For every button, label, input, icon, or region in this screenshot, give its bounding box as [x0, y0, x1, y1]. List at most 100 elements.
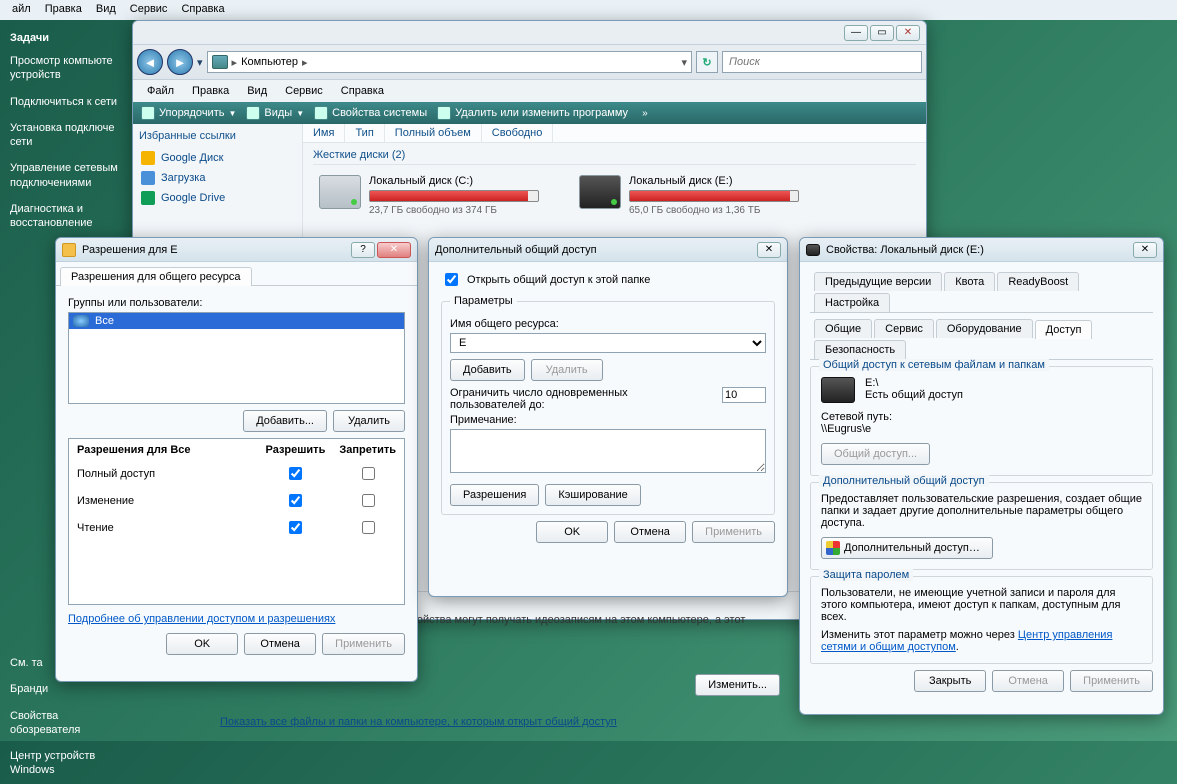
menu-help[interactable]: Справка — [175, 2, 230, 18]
breadcrumb-computer[interactable]: Компьютер — [241, 56, 298, 68]
group-hard-drives[interactable]: Жесткие диски (2) — [303, 143, 926, 169]
share-name-label: Имя общего ресурса: — [450, 318, 766, 330]
drive-c[interactable]: Локальный диск (C:) 23,7 ГБ свободно из … — [319, 175, 539, 216]
permissions-button[interactable]: Разрешения — [450, 484, 539, 506]
learn-permissions-link[interactable]: Подробнее об управлении доступом и разре… — [68, 613, 335, 625]
sidebar-item-connect-network[interactable]: Подключиться к сети — [0, 89, 130, 115]
tab-tools[interactable]: Сервис — [874, 319, 934, 338]
adv-apply-button[interactable]: Применить — [692, 521, 775, 543]
perm-cancel-button[interactable]: Отмена — [244, 633, 316, 655]
tasks-header: Задачи — [0, 28, 130, 48]
gdrive2-icon — [141, 191, 155, 205]
nav-back-icon[interactable]: ◄ — [137, 49, 163, 75]
share-del-button[interactable]: Удалить — [531, 359, 603, 381]
exp-menu-file[interactable]: Файл — [139, 83, 182, 99]
change-button[interactable]: Изменить... — [695, 674, 780, 696]
sidebar-item-diagnose[interactable]: Диагностика и восстановление — [0, 196, 130, 237]
perm-col-deny: Запретить — [333, 441, 402, 459]
gdrive-icon — [141, 151, 155, 165]
refresh-icon[interactable]: ↻ — [696, 51, 718, 73]
maximize-icon[interactable]: ▭ — [870, 25, 894, 41]
tab-customize[interactable]: Настройка — [814, 293, 890, 312]
fav-google-disk[interactable]: Google Диск — [139, 148, 296, 168]
props-close-icon[interactable]: ✕ — [1133, 242, 1157, 258]
fav-downloads[interactable]: Загрузка — [139, 168, 296, 188]
adv-ok-button[interactable]: OK — [536, 521, 608, 543]
adv-share-button[interactable]: Дополнительный доступ… — [821, 537, 993, 559]
tab-sharing[interactable]: Доступ — [1035, 320, 1093, 339]
minimize-icon[interactable]: — — [844, 25, 868, 41]
exp-menu-edit[interactable]: Правка — [184, 83, 237, 99]
deny-full-checkbox[interactable] — [362, 467, 375, 480]
share-add-button[interactable]: Добавить — [450, 359, 525, 381]
search-input[interactable] — [722, 51, 922, 73]
menu-edit[interactable]: Правка — [39, 2, 88, 18]
adv-cancel-button[interactable]: Отмена — [614, 521, 686, 543]
nav-forward-icon[interactable]: ► — [167, 49, 193, 75]
toolbar-views[interactable]: Виды▼ — [246, 106, 304, 120]
limit-spinner[interactable] — [722, 387, 766, 403]
open-share-checkbox[interactable] — [445, 273, 458, 286]
tab-security[interactable]: Безопасность — [814, 340, 906, 359]
allow-change-checkbox[interactable] — [289, 494, 302, 507]
drive-c-name: Локальный диск (C:) — [369, 175, 539, 187]
toolbar-sysprops[interactable]: Свойства системы — [314, 106, 427, 120]
note-textarea[interactable] — [450, 429, 766, 473]
exp-menu-help[interactable]: Справка — [333, 83, 392, 99]
drive-e[interactable]: Локальный диск (E:) 65,0 ГБ свободно из … — [579, 175, 799, 216]
col-name[interactable]: Имя — [303, 124, 345, 142]
remove-user-button[interactable]: Удалить — [333, 410, 405, 432]
share-name-select[interactable]: E — [450, 333, 766, 353]
permissions-table: Разрешения для Все Разрешить Запретить П… — [68, 438, 405, 605]
deny-read-checkbox[interactable] — [362, 521, 375, 534]
caching-button[interactable]: Кэширование — [545, 484, 640, 506]
toolbar-overflow-icon[interactable]: » — [642, 108, 648, 119]
props-apply-button[interactable]: Применить — [1070, 670, 1153, 692]
exp-menu-tools[interactable]: Сервис — [277, 83, 331, 99]
sidebar-item-view-devices[interactable]: Просмотр компьюте устройств — [0, 48, 130, 89]
col-type[interactable]: Тип — [345, 124, 384, 142]
menu-tools[interactable]: Сервис — [124, 2, 174, 18]
nav-history-dropdown[interactable]: ▾ — [197, 56, 203, 69]
advshare-close-icon[interactable]: ✕ — [757, 242, 781, 258]
share-button[interactable]: Общий доступ... — [821, 443, 930, 465]
explorer-menubar: Файл Правка Вид Сервис Справка — [133, 80, 926, 102]
tab-share-permissions[interactable]: Разрешения для общего ресурса — [60, 267, 252, 286]
col-total[interactable]: Полный объем — [385, 124, 482, 142]
tab-prev-versions[interactable]: Предыдущие версии — [814, 272, 942, 291]
allow-full-checkbox[interactable] — [289, 467, 302, 480]
toolbar-uninstall[interactable]: Удалить или изменить программу — [437, 106, 628, 120]
tab-hardware[interactable]: Оборудование — [936, 319, 1033, 338]
allow-read-checkbox[interactable] — [289, 521, 302, 534]
show-all-shared-link[interactable]: Показать все файлы и папки на компьютере… — [220, 716, 617, 728]
sidebar-device-center[interactable]: Центр устройств Windows — [0, 743, 130, 784]
tab-readyboost[interactable]: ReadyBoost — [997, 272, 1079, 291]
tab-general[interactable]: Общие — [814, 319, 872, 338]
add-user-button[interactable]: Добавить... — [243, 410, 327, 432]
tab-quota[interactable]: Квота — [944, 272, 995, 291]
sidebar-item-setup-network[interactable]: Установка подключе сети — [0, 115, 130, 156]
fav-google-drive[interactable]: Google Drive — [139, 188, 296, 208]
perm-close-icon[interactable]: ✕ — [377, 242, 411, 258]
perm-ok-button[interactable]: OK — [166, 633, 238, 655]
address-bar[interactable]: ▸ Компьютер ▸ ▾ — [207, 51, 692, 73]
close-icon[interactable]: ✕ — [896, 25, 920, 41]
open-share-label: Открыть общий доступ к этой папке — [467, 274, 650, 286]
toolbar-organize[interactable]: Упорядочить▼ — [141, 106, 236, 120]
deny-change-checkbox[interactable] — [362, 494, 375, 507]
menu-file[interactable]: айл — [6, 2, 37, 18]
sysprops-icon — [314, 106, 328, 120]
props-close-button[interactable]: Закрыть — [914, 670, 986, 692]
pw-legend: Защита паролем — [819, 569, 913, 581]
sidebar-item-manage-connections[interactable]: Управление сетевым подключениями — [0, 155, 130, 196]
exp-menu-view[interactable]: Вид — [239, 83, 275, 99]
props-cancel-button[interactable]: Отмена — [992, 670, 1064, 692]
col-free[interactable]: Свободно — [482, 124, 554, 142]
users-list[interactable]: Все — [68, 312, 405, 404]
sidebar-ie-options[interactable]: Свойства обозревателя — [0, 703, 130, 744]
perm-apply-button[interactable]: Применить — [322, 633, 405, 655]
perm-row-full: Полный доступ — [71, 461, 402, 486]
menu-view[interactable]: Вид — [90, 2, 122, 18]
perm-help-icon[interactable]: ? — [351, 242, 375, 258]
user-everyone[interactable]: Все — [69, 313, 404, 329]
